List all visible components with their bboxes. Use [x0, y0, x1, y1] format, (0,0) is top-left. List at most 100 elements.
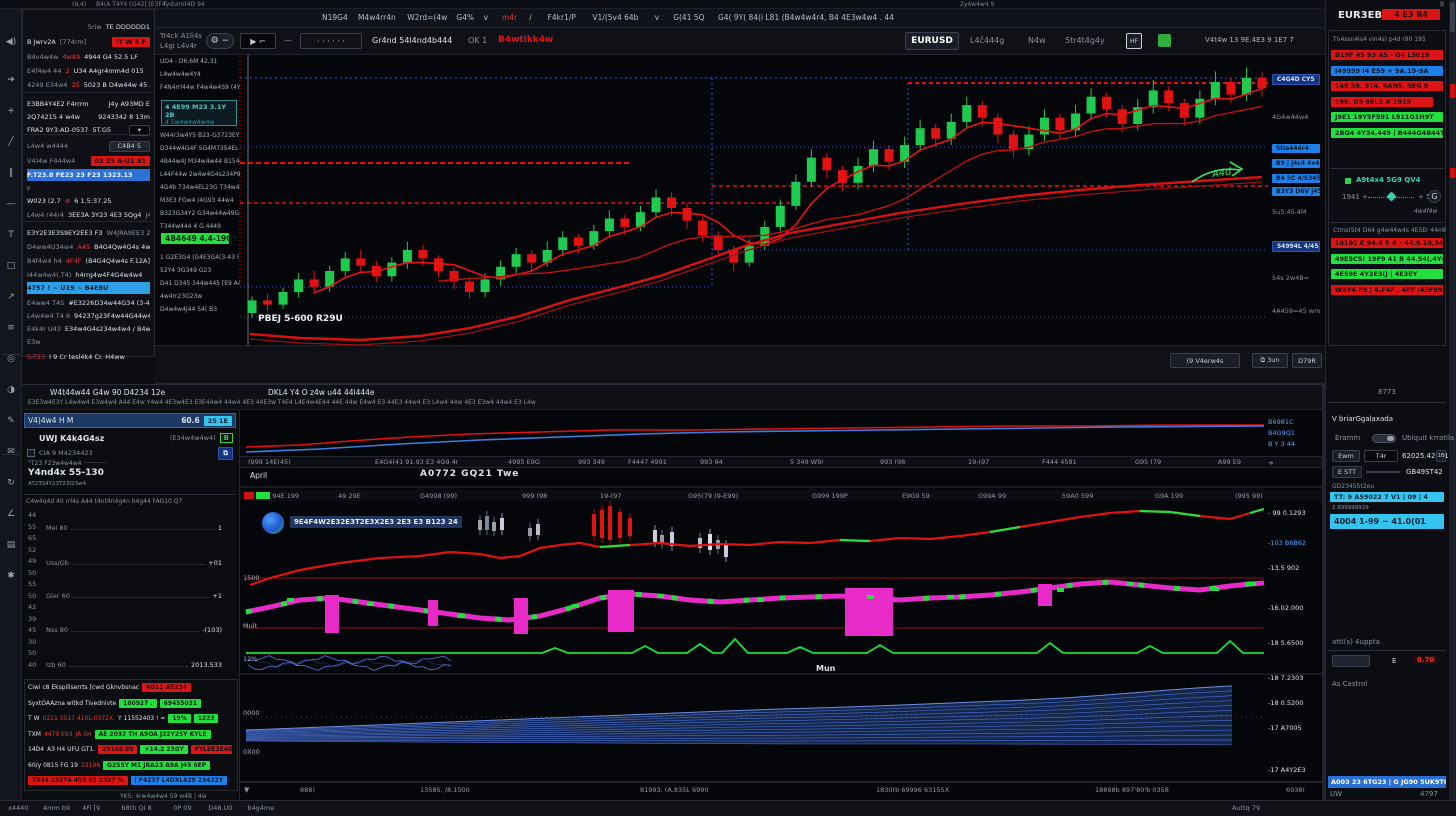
order-e-box[interactable] [1332, 655, 1370, 667]
angle-icon[interactable]: ∠ [1, 505, 21, 523]
menu-item[interactable]: G(41 5Q [673, 13, 704, 22]
menu-item[interactable]: W2rd=(4w [407, 13, 447, 22]
menu-item[interactable]: F4kr1/P [548, 13, 576, 22]
right-symbol-badge[interactable]: 4 E3 R4 [1382, 9, 1440, 20]
market-button[interactable]: C4B4 5 [109, 141, 150, 152]
divider-button[interactable]: (9 V4erw4s [1170, 353, 1240, 368]
trendline-icon[interactable]: ╱ [1, 133, 21, 151]
divider-button[interactable]: D79R [1292, 353, 1322, 368]
market-row[interactable]: I44w4w4(.T4)h4rrg4w4F4G4w4w4 [27, 269, 150, 281]
menu-item[interactable]: N19G4 [322, 13, 348, 22]
strategy-label[interactable]: Gr4nd 54l4nd4b444 [372, 36, 452, 45]
symbol-button[interactable]: EURUSD [905, 32, 959, 50]
toolbar-item-1[interactable]: L4č444g [970, 36, 1004, 45]
alert-label[interactable]: B4wtikk4w [498, 35, 553, 45]
indicator-subcharts[interactable] [240, 410, 1322, 800]
checkbox-icon[interactable] [27, 449, 35, 457]
menu-item[interactable]: V1/(5v4 64b [592, 13, 638, 22]
signal-row[interactable]: 4E59E 4Y2E3(J | 4E3EY [1331, 269, 1443, 279]
market-row[interactable]: L4w4 w4444C4B4 5 [27, 140, 150, 152]
market-row[interactable]: W023 (2.7⊕6 1.5:37.25 [27, 195, 150, 207]
signal-row[interactable]: 149 59. 914. 5AN5. 5EG 9 [1331, 81, 1443, 91]
menu-item[interactable]: M4w4rr4n [358, 13, 396, 22]
watch-symbol-label[interactable]: Y4nd4x 55-130 [28, 468, 104, 478]
market-row[interactable]: B4f4w4 h44F4F(B4G4Q4w4s F.12A] [27, 255, 150, 267]
market-row[interactable]: 4249 E34w4255023 B D4w44w 45 A47 [27, 79, 150, 91]
cursor-icon[interactable]: ➔ [1, 71, 21, 89]
market-row[interactable]: E3Y2E3E3S9EY2EE3 F3W4JRA9EE3 2S [27, 227, 150, 239]
text-icon[interactable]: T [1, 226, 21, 244]
clock-icon[interactable]: ◑ [1, 381, 21, 399]
market-row[interactable]: 5riwTE DDDDDD1 [27, 21, 150, 33]
rect-icon[interactable]: □ [1, 257, 21, 275]
gear-button[interactable]: ⚙ − [206, 33, 234, 49]
market-row[interactable]: 5-T23I 9 Cr tesl4k4 Cr. H4ww [27, 351, 150, 363]
market-row[interactable]: 4757 ! ~ U19 ~ B4E8U [27, 282, 150, 294]
order-button-1[interactable]: Ewm [1332, 450, 1360, 462]
option-badge[interactable]: ⧉ [218, 447, 233, 460]
market-row[interactable]: B4v4w4w4w494944 G4 52.5 LF [27, 51, 150, 63]
toolbar-item-3[interactable]: 5tr4t4g4y [1065, 36, 1105, 45]
legend-signal-box[interactable]: 4 4E99 M23 3.1Y 2B 4 5w4w4w4w4w [161, 100, 237, 126]
indicator-row[interactable]: Gler 60+1 [46, 592, 222, 600]
order-row2-box[interactable]: 1B [1436, 450, 1446, 462]
menu-item[interactable]: v [655, 13, 659, 22]
arrow-icon[interactable]: ↗ [1, 288, 21, 306]
indicator-row[interactable]: Uss/Gb+01 [46, 559, 222, 567]
fibonacci-icon[interactable]: ≡ [1, 319, 21, 337]
signal-row[interactable]: 199. G9 9EL5 # 1919 [1331, 97, 1433, 107]
timeframe-box[interactable]: · · · · · · [300, 33, 362, 49]
market-row[interactable]: E4f4w4 442U34 A4gr4mm4d 015 [27, 65, 150, 77]
order-bottom-bar[interactable]: A003 23 6TG23 | G JG90 5UK9T0 [1328, 776, 1446, 788]
menu-item[interactable]: G4% [456, 13, 474, 22]
order-slider[interactable] [1366, 471, 1400, 473]
market-row[interactable]: D4ww4U34w4A45B4G4Qw4G4s 4ww4r4 3 1/3 [27, 241, 150, 253]
market-row[interactable]: L4w4w4 T4 994237g23F4w44G44w4 [27, 310, 150, 322]
market-row[interactable]: E4ww4 T4S#E3226D34w44G34 (3-4) [27, 297, 150, 309]
volume-row[interactable]: V4)4w4 H M 60.6 25 1E [24, 413, 236, 428]
menu-item[interactable]: / [529, 13, 532, 22]
indicator-row[interactable]: Mei 801 [46, 524, 222, 532]
refresh-icon[interactable]: ↻ [1, 474, 21, 492]
market-row[interactable]: F [27, 183, 150, 195]
hline-icon[interactable]: ― [1, 195, 21, 213]
toolbar-item-2[interactable]: N4w [1028, 36, 1046, 45]
market-row[interactable]: F.T23.8 FE23 23 F23 1323.13 [27, 169, 150, 181]
signal-row[interactable]: W9Y4.F9 | 4.F4F , 4EF ;43F99 [1331, 285, 1443, 295]
panel-splitter[interactable] [1322, 384, 1325, 800]
market-row[interactable]: E4k4r U43E34w4G4s234w4w4 / B4w. [27, 323, 150, 335]
collapse-icon[interactable]: ▼ [244, 786, 249, 794]
divider-button[interactable]: ⧉ 3un [1252, 353, 1288, 368]
indicator-legend-highlight[interactable]: 9E4F4W2E32E3T2E3X2E3 2E3 E3 B123 24 [290, 516, 462, 528]
signal-row[interactable]: B19F 45 93 A5 - G4 L5019 [1331, 50, 1443, 60]
market-row[interactable]: B Jwrv2A[774rm]IT W 5 F [27, 36, 150, 48]
scrollbar-track[interactable] [1449, 0, 1456, 800]
market-row[interactable]: L4w4 r44r43EE3A 3Y23 4E3 5Qg4J4-59 [27, 209, 150, 221]
signal-row[interactable]: I49999 I4 E59 + 9A.19-9A [1331, 66, 1443, 76]
channel-icon[interactable]: ‖ [1, 164, 21, 182]
pencil-icon[interactable]: ✎ [1, 412, 21, 430]
crosshair-icon[interactable]: + [1, 102, 21, 120]
mail-icon[interactable]: ✉ [1, 443, 21, 461]
market-row[interactable]: V4)4w F444w403 25 A-U1 81 [27, 155, 150, 167]
order-toggle[interactable] [1372, 434, 1396, 443]
risk-slider-icon[interactable]: G [1428, 190, 1441, 203]
order-button-3[interactable]: E STT [1332, 466, 1362, 478]
order-button-2[interactable]: T4r [1364, 450, 1398, 462]
star-icon[interactable]: ✱ [1, 567, 21, 585]
order-cyan-row-2[interactable]: 4004 1-99 ~ 41.0(01 [1330, 514, 1444, 529]
hf-icon[interactable]: HF [1126, 33, 1142, 49]
scrollbar-thumb[interactable] [1450, 2, 1455, 32]
zoom-icon[interactable]: ◎ [1, 350, 21, 368]
menu-item[interactable]: v [484, 13, 488, 22]
option-row[interactable]: CIA 9 M4234423 ⧉ [24, 447, 236, 459]
market-row[interactable]: 2Q74215 4 w4w9243342 8 13m [27, 111, 150, 123]
signal-row[interactable]: 19191 E 94.4 5 # - 44.9.19,544 [1331, 238, 1443, 248]
market-row[interactable]: E3BB4Y4E2 F4rrrmJ4y A93MD E [27, 98, 150, 110]
bottom-header-menu[interactable]: E3E3w4E3Y L4w4w4 E3w4w4 A44 E4w Y4w4 4E3… [28, 399, 708, 406]
signal-row[interactable]: 2BG4 4Y34.449 | B444G4B44T [1331, 128, 1443, 138]
sound-icon[interactable]: ◀) [1, 33, 21, 51]
buy-signal-badge[interactable]: 4B4649 4.4-19G5 [161, 233, 229, 244]
grid-icon[interactable]: ▤ [1, 536, 21, 554]
play-button[interactable]: ▶ ⌐ [240, 33, 276, 49]
